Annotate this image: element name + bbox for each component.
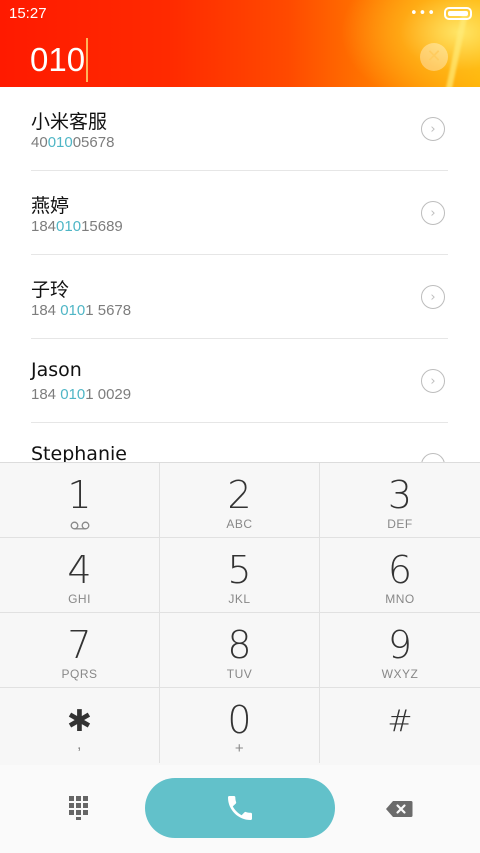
key-4[interactable]: 4 GHI [0,538,160,613]
contact-number: 184 0101 0029 [31,386,132,403]
number-match-highlight: 010 [60,386,86,403]
contact-number: 4001005678 [31,134,115,151]
key-digit: 6 [387,548,413,592]
contact-row[interactable]: Stephanie › [0,423,480,462]
key-digit: 7 [67,623,92,667]
key-8[interactable]: 8 TUV [160,613,320,688]
key-letters: GHI [68,592,91,606]
voicemail-icon [70,521,90,530]
key-hash[interactable]: # [320,688,480,763]
call-button[interactable] [145,778,335,838]
key-letters: JKL [228,592,251,606]
contact-name: Stephanie [31,443,127,462]
key-digit: # [387,704,413,739]
key-3[interactable]: 3 DEF [320,463,480,538]
contact-row[interactable]: 小米客服 4001005678 › [0,87,480,171]
key-digit: 2 [227,473,252,517]
key-letters: DEF [387,517,413,531]
key-letters: + [234,740,245,757]
close-icon: ✕ [426,46,442,67]
chevron-right-icon[interactable]: › [421,285,445,309]
contact-number: 18401015689 [31,218,123,235]
chevron-right-icon[interactable]: › [421,201,445,225]
key-1[interactable]: 1 [0,463,160,538]
key-letters: TUV [226,667,253,681]
key-digit: 9 [387,623,413,667]
text-cursor [86,38,89,82]
chevron-right-icon[interactable]: › [421,453,445,462]
dialer-header: 15:27 ••• 010 ✕ [0,0,480,87]
key-letters: ABC [226,517,253,531]
more-dots-icon: ••• [409,5,436,21]
dial-number-value: 010 [30,41,86,78]
key-letters: MNO [385,592,415,606]
contact-name: 小米客服 [31,111,108,133]
contact-name: 子玲 [31,279,70,301]
key-star[interactable]: ✱ , [0,688,160,763]
clear-input-button[interactable]: ✕ [420,43,448,71]
chevron-right-icon[interactable]: › [421,369,445,393]
contact-row[interactable]: 燕婷 18401015689 › [0,171,480,255]
key-digit: 4 [67,548,92,592]
key-6[interactable]: 6 MNO [320,538,480,613]
backspace-icon[interactable] [385,800,413,818]
key-2[interactable]: 2 ABC [160,463,320,538]
key-letters: WXYZ [381,667,419,681]
contact-row[interactable]: Jason 184 0101 0029 › [0,339,480,423]
key-digit: 0 [227,698,252,742]
key-digit: 3 [387,473,413,517]
battery-icon [444,7,472,20]
dialer-action-bar [0,765,480,853]
contact-row[interactable]: 子玲 184 0101 5678 › [0,255,480,339]
contact-name: Jason [31,359,82,381]
number-match-highlight: 010 [60,302,86,319]
key-9[interactable]: 9 WXYZ [320,613,480,688]
chevron-right-icon[interactable]: › [421,117,445,141]
number-match-highlight: 010 [56,218,82,235]
key-digit: 5 [227,548,252,592]
number-match-highlight: 010 [47,134,73,151]
dialpad-icon[interactable] [66,796,92,822]
phone-icon [228,796,252,820]
status-time: 15:27 [9,5,47,22]
contact-results-list[interactable]: 小米客服 4001005678 › 燕婷 18401015689 › 子玲 18… [0,87,480,462]
key-letters: , [77,736,82,753]
key-letters: PQRS [61,667,98,681]
contact-name: 燕婷 [31,195,70,217]
dial-keypad: 1 2 ABC 3 DEF 4 GHI 5 JKL 6 MNO 7 PQRS 8… [0,462,480,766]
key-5[interactable]: 5 JKL [160,538,320,613]
dial-number-input[interactable]: 010 [30,38,89,82]
key-digit: 1 [67,473,92,517]
status-icons: ••• [410,7,472,20]
key-7[interactable]: 7 PQRS [0,613,160,688]
contact-number: 184 0101 5678 [31,302,132,319]
key-digit: 8 [227,623,252,667]
key-0[interactable]: 0 + [160,688,320,763]
